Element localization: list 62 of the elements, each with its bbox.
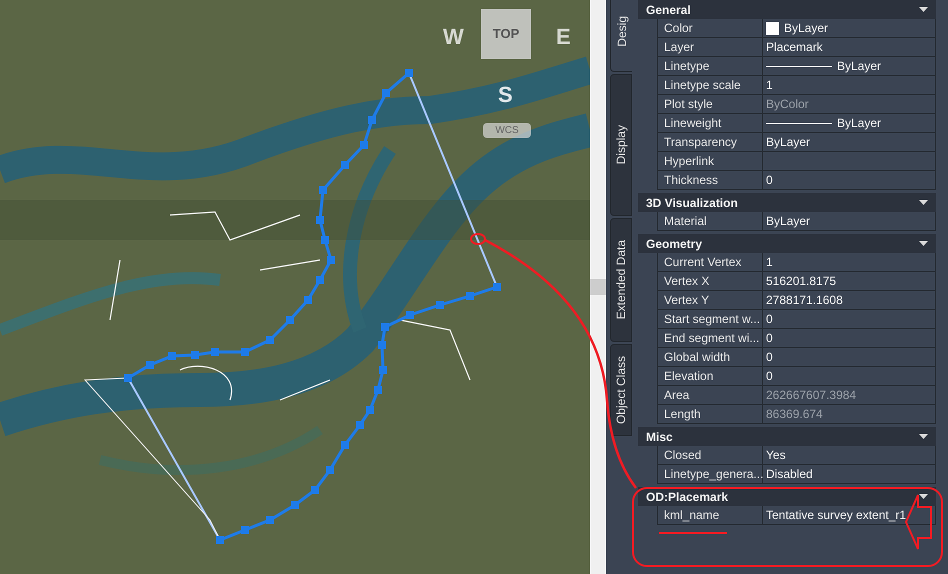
property-value[interactable]: 1 — [763, 76, 936, 94]
compass-west-label[interactable]: W — [443, 20, 464, 53]
property-label: Color — [658, 19, 763, 37]
property-value[interactable]: Disabled — [763, 465, 936, 483]
section-header[interactable]: Misc — [638, 427, 936, 446]
property-label: Hyperlink — [658, 152, 763, 170]
property-value[interactable]: ByLayer — [763, 19, 936, 37]
property-label: End segment wi... — [658, 329, 763, 347]
property-label: Linetype scale — [658, 76, 763, 94]
panel-tab[interactable]: Extended Data — [610, 218, 632, 342]
splitter-handle[interactable] — [590, 279, 606, 295]
property-value[interactable]: 0 — [763, 367, 936, 385]
section-header[interactable]: General — [638, 0, 936, 19]
annotation-circle — [470, 233, 486, 245]
collapse-icon[interactable] — [919, 6, 928, 12]
annotation-arrow — [904, 494, 932, 550]
collapse-icon[interactable] — [919, 494, 928, 500]
property-value[interactable]: 0 — [763, 171, 936, 189]
viewcube-top-face[interactable]: TOP — [481, 9, 531, 59]
panel-tab[interactable]: Display — [610, 74, 632, 216]
underline-mark — [659, 532, 727, 534]
compass-south-label[interactable]: S — [498, 78, 513, 111]
property-value[interactable]: 1 — [763, 253, 936, 271]
collapse-icon[interactable] — [919, 200, 928, 206]
property-label: Linetype_genera... — [658, 465, 763, 483]
property-value[interactable]: ByLayer — [763, 212, 936, 230]
property-label: Length — [658, 405, 763, 423]
property-label: Lineweight — [658, 114, 763, 132]
property-value[interactable]: Yes — [763, 446, 936, 464]
property-label: Elevation — [658, 367, 763, 385]
property-label: Layer — [658, 38, 763, 56]
property-label: Current Vertex — [658, 253, 763, 271]
collapse-icon[interactable] — [919, 434, 928, 440]
section-header[interactable]: Geometry — [638, 234, 936, 253]
property-label: Material — [658, 212, 763, 230]
property-value[interactable]: ByLayer — [763, 133, 936, 151]
property-label: Global width — [658, 348, 763, 366]
panel-tab[interactable]: Desig — [610, 0, 632, 72]
property-value[interactable]: 516201.8175 — [763, 272, 936, 290]
property-label: Transparency — [658, 133, 763, 151]
property-label: Closed — [658, 446, 763, 464]
property-label: Plot style — [658, 95, 763, 113]
property-value[interactable]: 0 — [763, 348, 936, 366]
property-value[interactable]: 0 — [763, 310, 936, 328]
collapse-icon[interactable] — [919, 240, 928, 246]
line-sample — [766, 122, 832, 124]
property-value[interactable]: 2788171.1608 — [763, 291, 936, 309]
property-label: Vertex Y — [658, 291, 763, 309]
compass-east-label[interactable]: E — [556, 20, 571, 53]
property-label: kml_name — [658, 506, 763, 524]
property-value[interactable]: ByLayer — [763, 114, 936, 132]
section-header[interactable]: 3D Visualization — [638, 193, 936, 212]
property-label: Vertex X — [658, 272, 763, 290]
property-value[interactable]: Placemark — [763, 38, 936, 56]
property-label: Start segment w... — [658, 310, 763, 328]
property-label: Linetype — [658, 57, 763, 75]
property-value[interactable]: Tentative survey extent_r1 — [763, 506, 936, 524]
property-value[interactable]: ByLayer — [763, 57, 936, 75]
property-label: Thickness — [658, 171, 763, 189]
property-value[interactable]: 0 — [763, 329, 936, 347]
panel-tab[interactable]: Object Class — [610, 344, 632, 436]
property-label: Area — [658, 386, 763, 404]
